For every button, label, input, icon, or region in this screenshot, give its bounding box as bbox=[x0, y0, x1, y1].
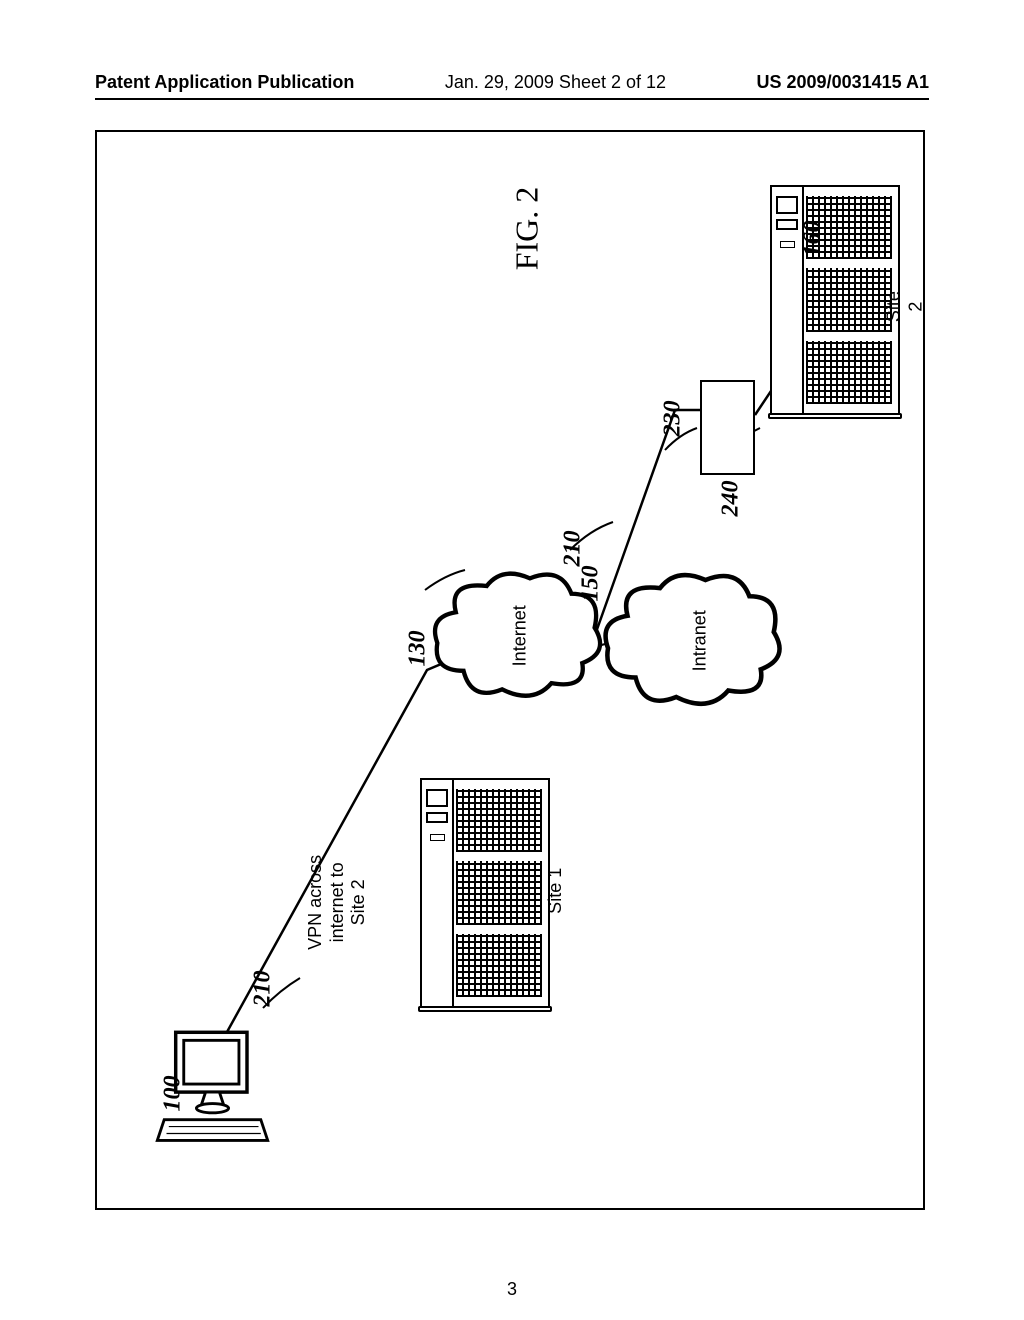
figure-title: FIG. 2 bbox=[508, 187, 545, 271]
router-icon bbox=[700, 380, 755, 475]
site2-server-icon bbox=[770, 185, 900, 415]
header-pub-number: US 2009/0031415 A1 bbox=[757, 72, 929, 93]
diagram-canvas: FIG. 2 100 VPN across internet t bbox=[95, 130, 925, 1210]
site1-server-icon bbox=[420, 778, 550, 1008]
ref-150: 150 bbox=[578, 566, 605, 602]
header-date-sheet: Jan. 29, 2009 Sheet 2 of 12 bbox=[445, 72, 666, 93]
ref-210-right: 210 bbox=[560, 531, 587, 567]
header-publication: Patent Application Publication bbox=[95, 72, 354, 93]
ref-210-left: 210 bbox=[250, 971, 277, 1007]
site2-label: Site 2 bbox=[883, 287, 926, 327]
page-header: Patent Application Publication Jan. 29, … bbox=[95, 72, 929, 100]
ref-230: 230 bbox=[660, 401, 687, 437]
site1-label: Site 1 bbox=[545, 868, 567, 914]
vpn-label: VPN across internet to Site 2 bbox=[305, 855, 370, 950]
ref-160: 160 bbox=[800, 221, 827, 257]
ref-240: 240 bbox=[718, 481, 745, 517]
page-number: 3 bbox=[507, 1279, 517, 1300]
ref-100: 100 bbox=[160, 1076, 187, 1112]
intranet-label: Intranet bbox=[690, 610, 712, 671]
internet-label: Internet bbox=[510, 605, 532, 666]
ref-130: 130 bbox=[405, 631, 432, 667]
